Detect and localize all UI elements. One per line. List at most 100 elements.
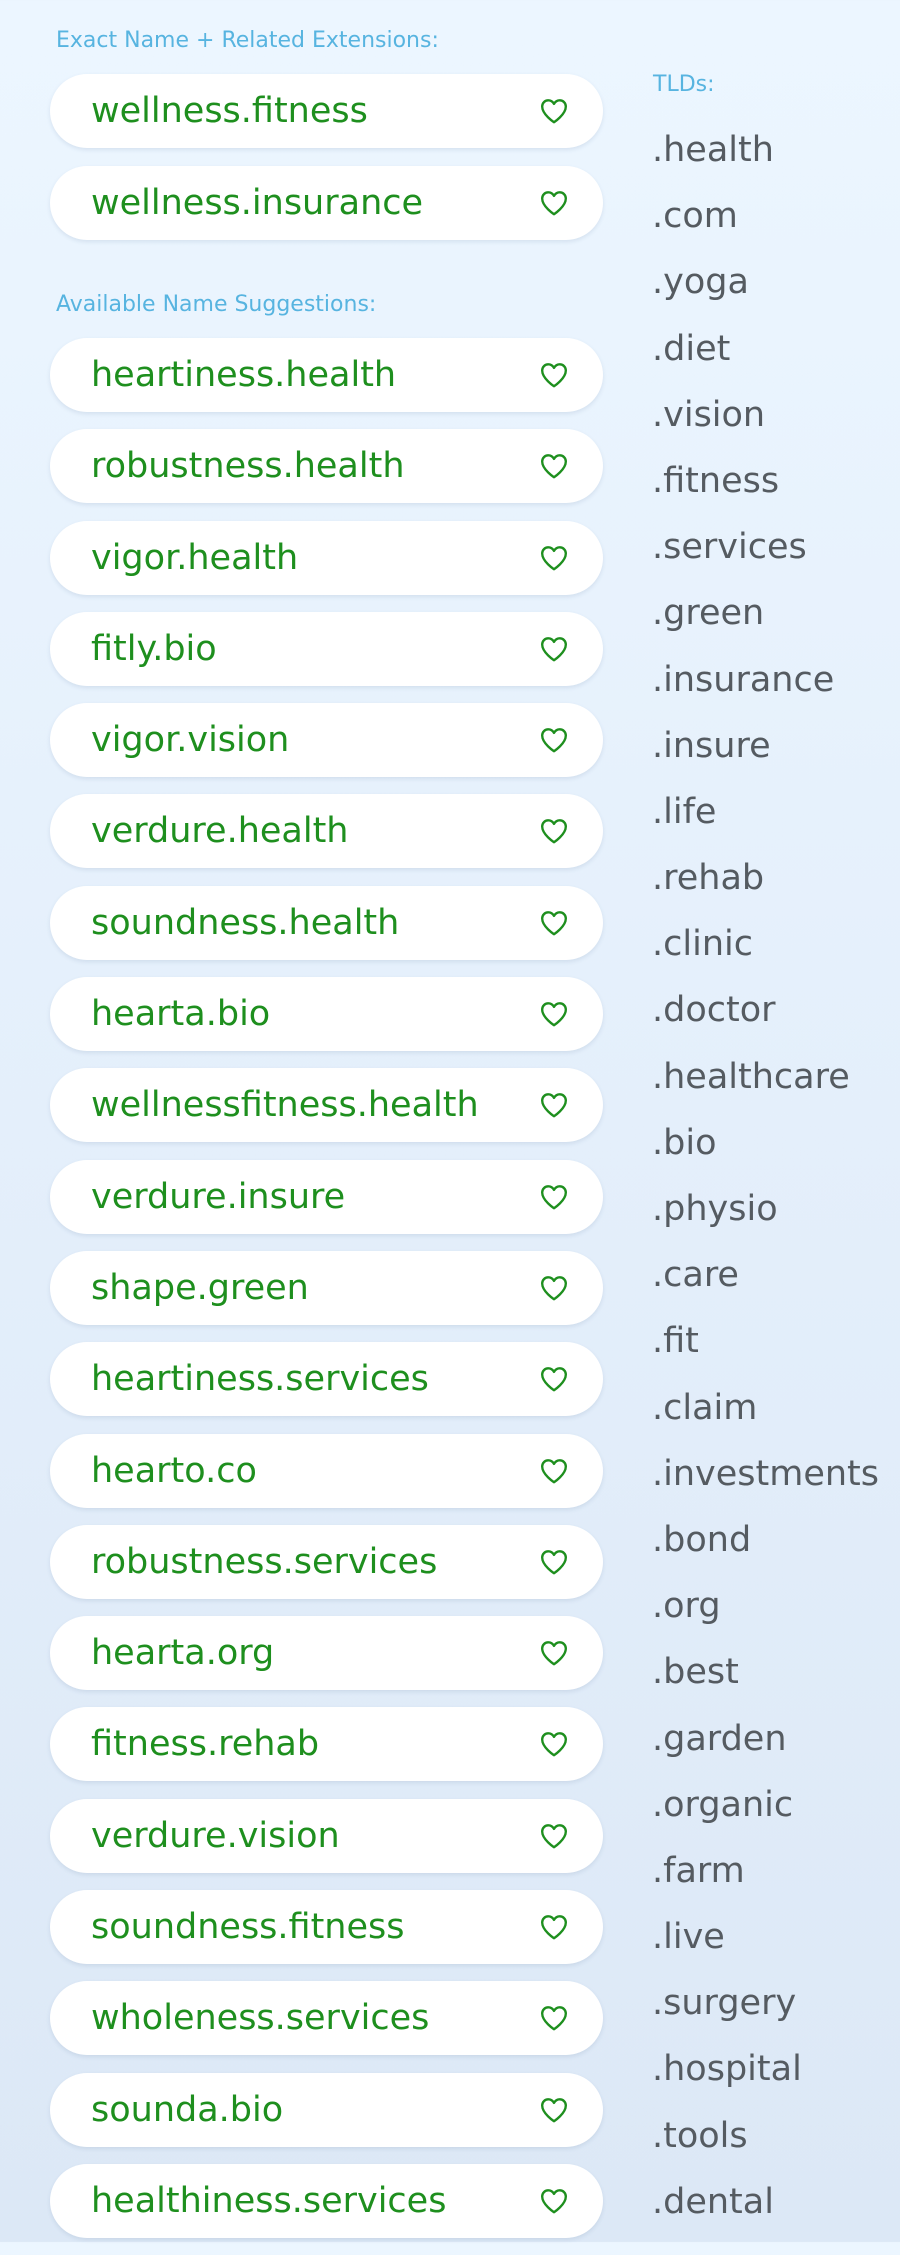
heart-outline-icon[interactable] [539,2097,569,2123]
domain-name-label: heartiness.health [91,355,397,395]
heart-outline-icon[interactable] [539,453,569,479]
heart-outline-icon[interactable] [539,1823,569,1849]
domain-suggestion-item[interactable]: shape.green [50,1250,603,1325]
domain-suggestion-item[interactable]: wellness.insurance [50,166,603,240]
tld-item[interactable]: .yoga [652,256,879,322]
domain-name-label: verdure.health [91,811,349,852]
domain-name-label: soundness.fitness [91,1907,405,1948]
domain-suggestion-item[interactable]: fitly.bio [50,611,603,686]
tld-item[interactable]: .fitness [652,455,879,521]
heart-outline-icon[interactable] [539,362,569,388]
domain-suggestion-item[interactable]: vigor.vision [50,703,603,778]
domain-name-label: soundness.health [91,902,400,943]
domain-name-label: hearta.bio [91,994,271,1035]
tld-item[interactable]: .hospital [652,2043,879,2109]
tld-item[interactable]: .claim [652,1382,879,1448]
tld-item[interactable]: .green [652,587,879,653]
tld-item[interactable]: .farm [652,1845,879,1911]
domain-name-label: wellness.insurance [91,183,424,223]
heart-outline-icon[interactable] [539,2188,569,2214]
domain-suggestion-item[interactable]: vigor.health [50,520,603,595]
tld-item[interactable]: .investments [652,1448,879,1514]
domain-name-label: wellnessfitness.health [91,1085,479,1126]
tld-item[interactable]: .live [652,1911,879,1977]
domain-suggestion-item[interactable]: hearta.org [50,1616,603,1691]
heart-outline-icon[interactable] [539,545,569,571]
domain-name-label: verdure.insure [91,1176,346,1217]
exact-name-heading: Exact Name + Related Extensions: [56,28,439,53]
tld-item[interactable]: .rehab [652,852,879,918]
tld-item[interactable]: .healthcare [652,1051,879,1117]
tld-item[interactable]: .tools [652,2110,879,2176]
tld-item[interactable]: .insurance [652,654,879,720]
domain-suggestion-item[interactable]: wellnessfitness.health [50,1068,603,1143]
domain-name-label: vigor.health [91,537,299,578]
tld-item[interactable]: .diet [652,323,879,389]
heart-outline-icon[interactable] [539,636,569,662]
domain-suggestion-item[interactable]: hearto.co [50,1433,603,1508]
domain-suggestion-item[interactable]: sounda.bio [50,2072,603,2147]
tld-item[interactable]: .com [652,190,879,256]
heart-outline-icon[interactable] [539,1640,569,1666]
tld-item[interactable]: .bond [652,1514,879,1580]
domain-name-label: robustness.health [91,446,405,487]
domain-suggestion-item[interactable]: verdure.health [50,794,603,869]
tld-item[interactable]: .life [652,786,879,852]
domain-name-label: vigor.vision [91,720,290,761]
heart-outline-icon[interactable] [539,1731,569,1757]
tld-item[interactable]: .organic [652,1779,879,1845]
tld-item[interactable]: .best [652,1646,879,1712]
tld-item[interactable]: .org [652,1580,879,1646]
heart-outline-icon[interactable] [539,1914,569,1940]
heart-outline-icon[interactable] [539,2005,569,2031]
heart-outline-icon[interactable] [539,98,569,124]
heart-outline-icon[interactable] [539,1092,569,1118]
tld-list: .health .com .yoga .diet .vision .fitness .ser… [652,124,879,2242]
domain-name-label: healthiness.services [91,2180,447,2221]
domain-suggestion-item[interactable]: soundness.health [50,885,603,960]
heart-outline-icon[interactable] [539,727,569,753]
domain-name-label: wholeness.services [91,1998,430,2039]
domain-suggestion-item[interactable]: heartiness.services [50,1342,603,1417]
suggestions-heading: Available Name Suggestions: [56,292,377,317]
tld-item[interactable]: .bio [652,1117,879,1183]
heart-outline-icon[interactable] [539,1549,569,1575]
domain-suggestion-item[interactable]: healthiness.services [50,2163,603,2238]
tld-item[interactable]: .vision [652,389,879,455]
heart-outline-icon[interactable] [539,1366,569,1392]
heart-outline-icon[interactable] [539,818,569,844]
tld-item[interactable]: .care [652,1249,879,1315]
suggestions-list: heartiness.health robustness.health vigo… [50,338,603,2255]
tld-item[interactable]: .doctor [652,984,879,1050]
tld-item[interactable]: .garden [652,1713,879,1779]
tld-item[interactable]: .dental [652,2176,879,2242]
domain-suggestion-item[interactable]: robustness.services [50,1524,603,1599]
domain-suggestion-item[interactable]: wholeness.services [50,1981,603,2056]
domain-suggestion-item[interactable]: soundness.fitness [50,1890,603,1965]
heart-outline-icon[interactable] [539,1275,569,1301]
domain-suggestion-item[interactable]: heartiness.health [50,338,603,412]
tld-item[interactable]: .physio [652,1183,879,1249]
domain-suggestion-item[interactable]: fitness.rehab [50,1707,603,1782]
domain-suggestion-item[interactable]: hearta.bio [50,977,603,1052]
tld-item[interactable]: .surgery [652,1977,879,2043]
domain-name-label: wellness.fitness [91,91,368,131]
domain-suggestion-item[interactable]: robustness.health [50,429,603,504]
domain-name-label: sounda.bio [91,2089,284,2130]
tld-item[interactable]: .clinic [652,918,879,984]
exact-name-list: wellness.fitness wellness.insurance [50,74,603,258]
heart-outline-icon[interactable] [539,1458,569,1484]
heart-outline-icon[interactable] [539,190,569,216]
domain-name-label: fitly.bio [91,628,217,669]
domain-suggestion-item[interactable]: verdure.insure [50,1159,603,1234]
domain-suggestion-item[interactable]: wellness.fitness [50,74,603,148]
domain-suggestion-item[interactable]: verdure.vision [50,1798,603,1873]
heart-outline-icon[interactable] [539,910,569,936]
tld-item[interactable]: .fit [652,1315,879,1381]
heart-outline-icon[interactable] [539,1184,569,1210]
tld-item[interactable]: .health [652,124,879,190]
tld-item[interactable]: .insure [652,720,879,786]
heart-outline-icon[interactable] [539,1001,569,1027]
domain-name-label: hearto.co [91,1450,257,1491]
tld-item[interactable]: .services [652,521,879,587]
